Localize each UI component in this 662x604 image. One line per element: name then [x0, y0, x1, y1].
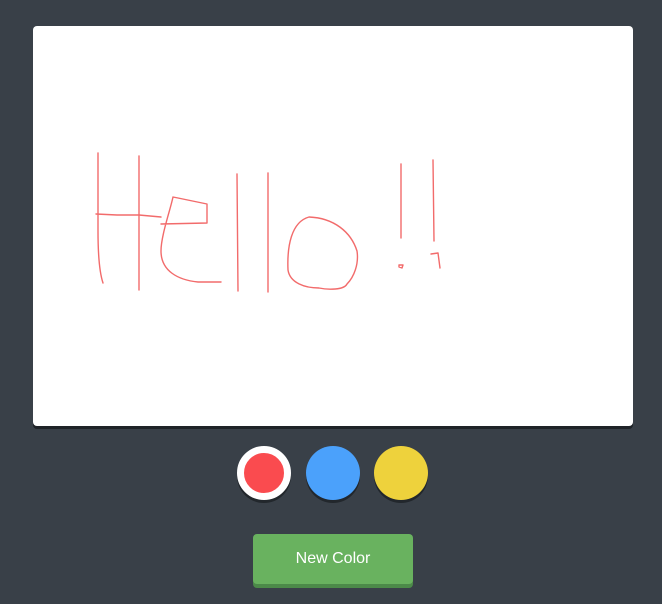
stroke-excl1-dot	[398, 264, 404, 269]
stroke-e	[160, 196, 222, 283]
stroke-l1	[236, 173, 239, 292]
stroke-excl2-dot	[430, 252, 441, 269]
new-color-button[interactable]: New Color	[253, 534, 413, 584]
stroke-o	[287, 216, 359, 290]
color-swatch-yellow[interactable]	[374, 446, 428, 500]
stroke-h-bar	[95, 213, 162, 218]
color-swatch-blue[interactable]	[306, 446, 360, 500]
stroke-h-left	[97, 152, 104, 284]
color-palette	[0, 446, 662, 506]
color-swatch-red[interactable]	[237, 446, 291, 500]
drawing-strokes	[95, 152, 441, 293]
stroke-excl2	[432, 159, 435, 242]
drawing-canvas[interactable]	[33, 26, 633, 426]
